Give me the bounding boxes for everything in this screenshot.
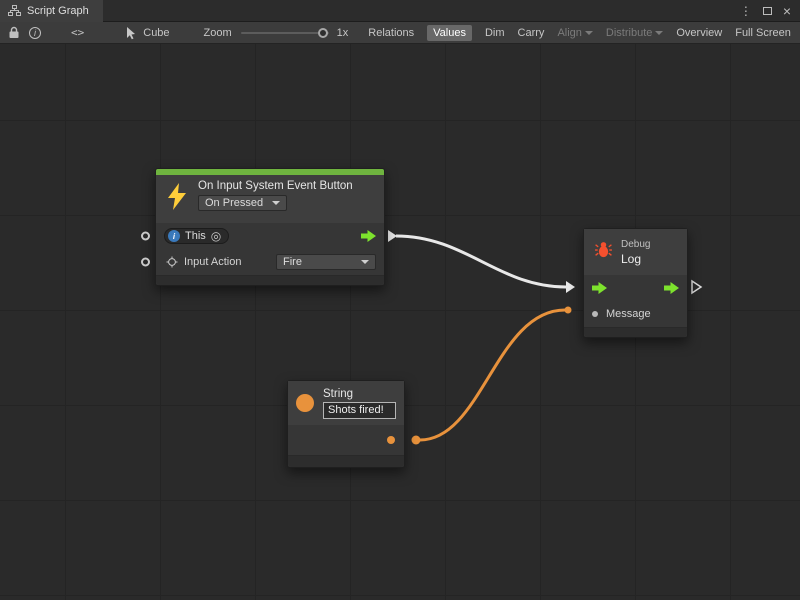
debug-node-header[interactable]: Debug Log [584,229,687,275]
zoom-slider-knob[interactable] [318,28,328,38]
lightning-icon [166,183,188,215]
graph-toolbar: i <> Cube Zoom 1x Relations Values Dim C… [0,22,800,44]
debug-node-category: Debug [621,239,650,250]
input-action-label: Input Action [184,256,242,268]
script-graph-window: Script Graph ⋮ × i <> Cube Zoom 1x Relat… [0,0,800,600]
tab-title: Script Graph [27,5,89,17]
on-pressed-dropdown[interactable]: On Pressed [198,195,287,211]
values-button[interactable]: Values [427,25,472,41]
chevron-down-icon [585,31,593,35]
fullscreen-button[interactable]: Full Screen [735,27,791,39]
event-node-footer [156,275,384,285]
this-field[interactable]: i This ◎ [164,228,229,244]
value-wire-start-dot [412,436,421,445]
chevron-down-icon [272,201,280,205]
cursor-icon [124,26,138,40]
chevron-down-icon [361,260,369,264]
distribute-label: Distribute [606,27,652,39]
input-action-value-dropdown[interactable]: Fire [276,254,376,270]
event-node-header[interactable]: On Input System Event Button On Pressed [156,175,384,223]
string-node-footer [288,455,404,467]
info-icon[interactable]: i [29,27,41,39]
this-input-port[interactable] [141,232,150,241]
event-node-title: On Input System Event Button [198,180,353,192]
graph-canvas[interactable]: On Input System Event Button On Pressed … [0,44,800,600]
dim-button[interactable]: Dim [485,27,505,39]
control-output-port[interactable] [361,230,376,242]
zoom-label: Zoom [204,27,232,39]
zoom-slider[interactable] [241,32,329,34]
align-dropdown[interactable]: Align [557,27,592,39]
control-input-port[interactable] [592,282,607,294]
value-wire-end-dot [565,307,572,314]
zoom-value: 1x [337,27,349,39]
string-output-row [288,425,404,455]
this-port-row: i This ◎ [156,223,384,249]
string-node-title: String [323,388,396,400]
string-value-input[interactable] [323,402,396,419]
unconnected-control-triangle[interactable] [692,281,701,293]
message-label: Message [606,308,651,320]
string-type-icon [296,394,314,412]
bug-icon [594,240,613,264]
string-node-header[interactable]: String [288,381,404,425]
tab-script-graph[interactable]: Script Graph [0,0,103,22]
node-string-literal[interactable]: String [287,380,405,468]
close-icon[interactable]: × [783,4,791,18]
this-label: This [185,230,206,242]
target-object-label[interactable]: Cube [143,27,169,39]
control-output-port[interactable] [664,282,679,294]
overview-button[interactable]: Overview [676,27,722,39]
align-label: Align [557,27,581,39]
carry-button[interactable]: Carry [518,27,545,39]
window-controls: ⋮ × [740,4,800,18]
control-wire-start-arrow [388,230,397,242]
relations-button[interactable]: Relations [368,27,414,39]
control-wire[interactable] [396,236,566,287]
input-action-value: Fire [283,256,302,268]
debug-node-name: Log [621,252,650,266]
node-on-input-system-event-button[interactable]: On Input System Event Button On Pressed … [155,168,385,286]
debug-control-row [584,275,687,301]
script-graph-icon [8,5,21,16]
input-action-port-row: Input Action Fire [156,249,384,275]
window-menu-icon[interactable]: ⋮ [740,4,752,18]
input-action-port[interactable] [141,258,150,267]
node-debug-log[interactable]: Debug Log Message [583,228,688,338]
maximize-icon[interactable] [763,7,772,15]
input-action-icon [166,256,178,268]
string-output-port[interactable] [387,436,395,444]
chevron-down-icon [655,31,663,35]
distribute-dropdown[interactable]: Distribute [606,27,663,39]
object-picker-icon[interactable]: ◎ [211,230,221,242]
debug-node-footer [584,327,687,337]
code-toggle-icon[interactable]: <> [71,26,84,39]
on-pressed-label: On Pressed [205,197,263,209]
lock-icon[interactable] [8,26,20,39]
control-wire-end-arrow [566,281,575,293]
message-port-row: Message [584,301,687,327]
gameobject-icon: i [168,230,180,242]
message-input-port[interactable] [592,311,598,317]
toolbar-buttons: Relations Values Dim Carry Align Distrib… [368,25,791,41]
title-bar: Script Graph ⋮ × [0,0,800,22]
value-wire[interactable] [420,310,565,440]
